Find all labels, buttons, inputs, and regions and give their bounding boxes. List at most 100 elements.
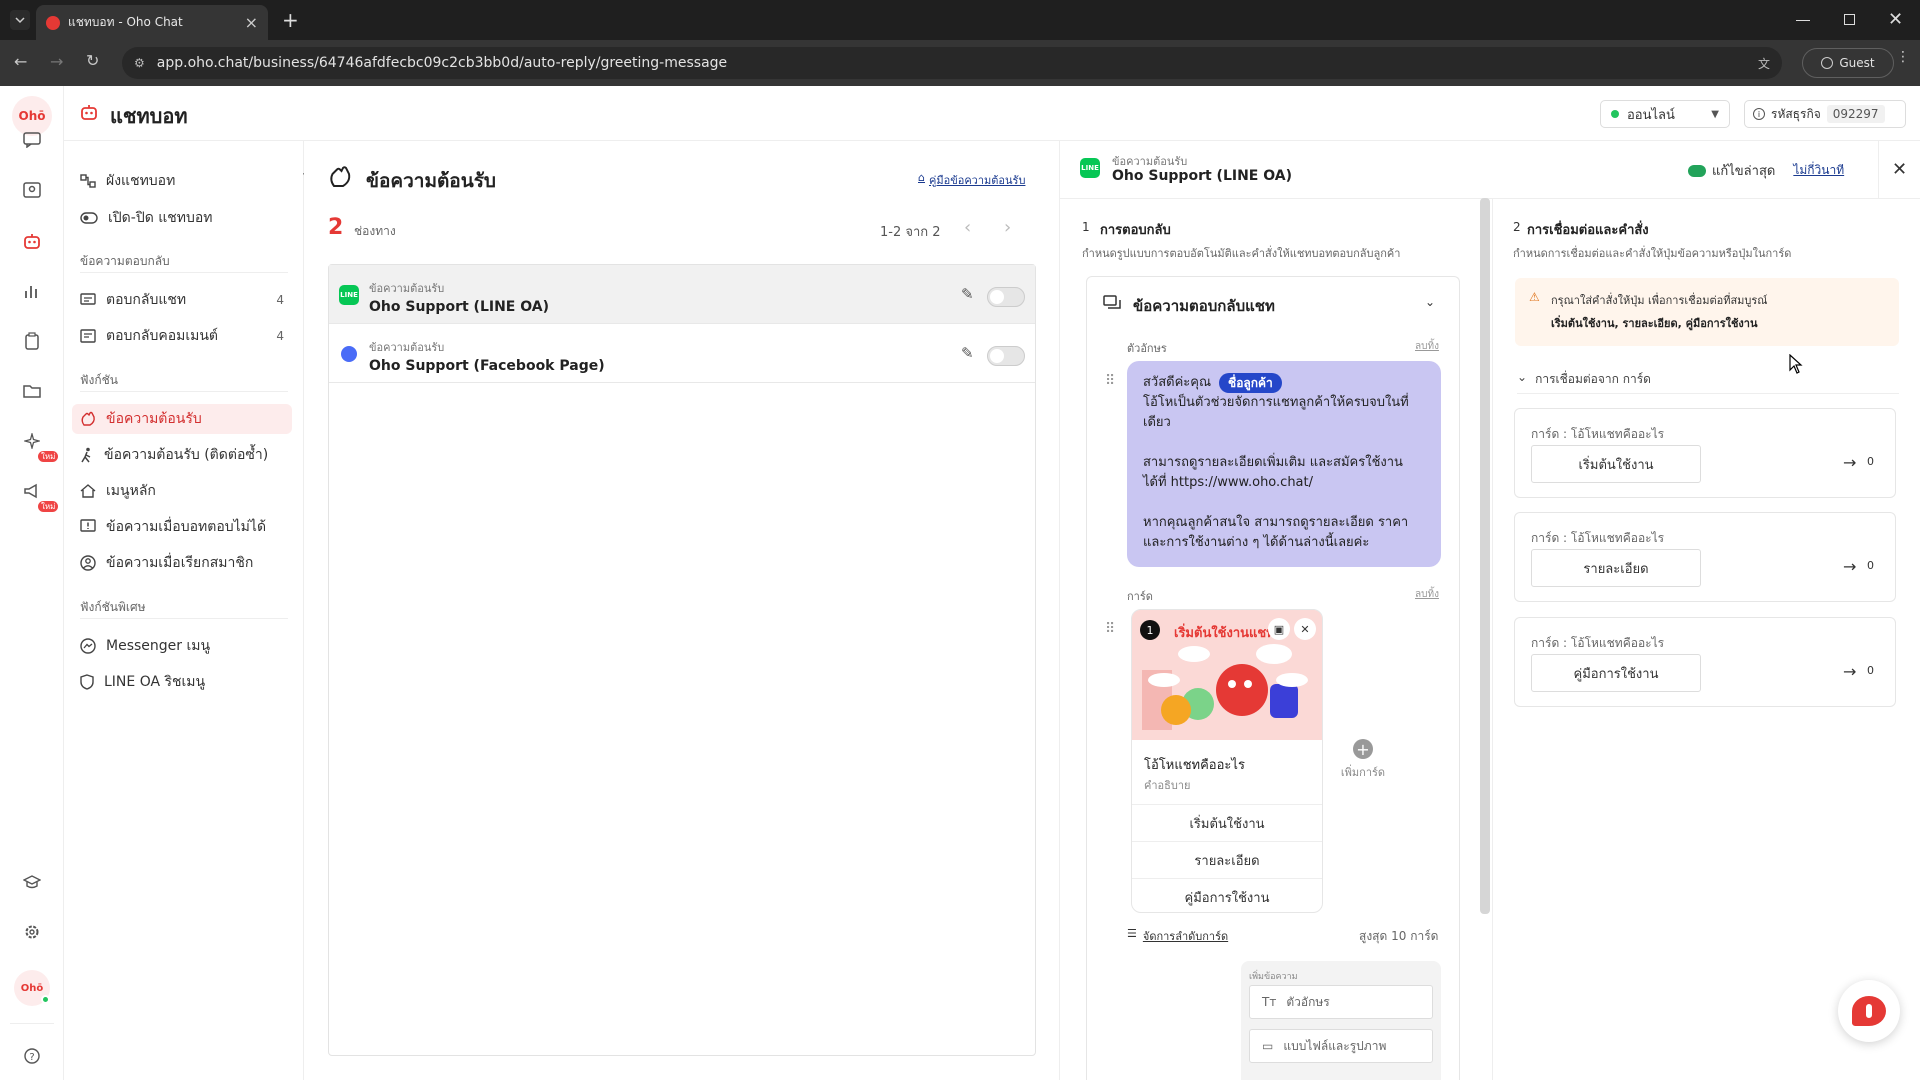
nav-item-label: ข้อความเมื่อบอทตอบไม่ได้: [106, 519, 267, 535]
forward-icon[interactable]: →: [50, 52, 63, 71]
nav-item-label: ตอบกลับคอมเมนต์: [106, 328, 219, 344]
section-desc: กำหนดรูปแบบการตอบอัตโนมัติและคำสั่งให้แช…: [1082, 247, 1401, 260]
pagination-text: 1-2 จาก 2: [880, 225, 941, 240]
chatbot-icon[interactable]: [20, 229, 44, 253]
card-button-manual[interactable]: คู่มือการใช้งาน: [1132, 878, 1322, 912]
add-text-button[interactable]: Tт ตัวอักษร: [1249, 985, 1433, 1019]
online-status-icon: [1611, 110, 1619, 118]
row-sub: ข้อความต้อนรับ: [369, 282, 445, 295]
window-close-icon[interactable]: ✕: [1888, 9, 1903, 30]
help-icon[interactable]: ?: [20, 1044, 44, 1068]
business-id-box[interactable]: i รหัสธุรกิจ 092297: [1744, 100, 1906, 128]
text-message-bubble[interactable]: สวัสดีค่ะคุณ ชื่อลูกค้า โอ้โหเป็นตัวช่วย…: [1127, 361, 1441, 567]
reload-icon[interactable]: ↻: [86, 51, 99, 70]
card-button-start[interactable]: เริ่มต้นใช้งาน: [1132, 804, 1322, 841]
tab-close-icon[interactable]: ×: [245, 13, 258, 32]
business-id-label: รหัสธุรกิจ: [1771, 106, 1821, 121]
arrow-right-icon[interactable]: →: [1843, 453, 1856, 472]
nav-item-label: เปิด-ปิด แชทบอท: [108, 210, 213, 226]
status-select[interactable]: ออนไลน์ ▼: [1600, 100, 1730, 128]
list-item[interactable]: ข้อความต้อนรับ Oho Support (Facebook Pag…: [329, 324, 1035, 383]
nav-item-fallback-message[interactable]: ข้อความเมื่อบอทตอบไม่ได้: [72, 512, 292, 542]
nav-item-messenger-menu[interactable]: Messenger เมนู: [72, 631, 292, 661]
browser-menu-icon[interactable]: ⋮: [1896, 50, 1910, 64]
add-card-button[interactable]: + เพิ่มการ์ด: [1333, 739, 1393, 781]
add-message-panel: เพิ่มข้อความ Tт ตัวอักษร ▭ แบบไฟล์และรูป…: [1241, 961, 1441, 1080]
nav-item-label: ผังแชทบอท: [106, 173, 176, 189]
greeting-toggle[interactable]: [987, 346, 1025, 366]
guest-profile-button[interactable]: Guest: [1802, 48, 1894, 78]
prev-page-icon[interactable]: ‹: [964, 217, 971, 238]
guide-link[interactable]: ⌂ คู่มือข้อความต้อนรับ: [918, 171, 1025, 189]
customer-name-chip[interactable]: ชื่อลูกค้า: [1219, 373, 1282, 393]
list-item[interactable]: LINE ข้อความต้อนรับ Oho Support (LINE OA…: [329, 265, 1035, 324]
link-count: 0: [1867, 559, 1874, 572]
link-button-details[interactable]: รายละเอียด: [1531, 549, 1701, 587]
nav-item-chat-reply[interactable]: ตอบกลับแชท 4: [72, 285, 292, 315]
edit-pencil-icon[interactable]: ✎: [961, 344, 974, 362]
delete-card-link[interactable]: ลบทิ้ง: [1415, 587, 1439, 602]
new-tab-button[interactable]: +: [282, 8, 299, 32]
connect-from-card-toggle[interactable]: ⌄ การเชื่อมต่อจาก การ์ด: [1517, 370, 1651, 389]
folder-icon[interactable]: [20, 379, 44, 403]
collapse-chevron-icon[interactable]: ⌄: [1425, 295, 1435, 309]
contacts-icon[interactable]: [20, 178, 44, 202]
support-chat-button[interactable]: [1838, 980, 1900, 1042]
greeting-toggle[interactable]: [987, 287, 1025, 307]
card[interactable]: 1 เริ่มต้นใช้งานแชท ▣ ✕ โอ้โหแชทคืออะไร …: [1131, 609, 1323, 913]
delete-text-link[interactable]: ลบทิ้ง: [1415, 339, 1439, 354]
nav-item-returning-greeting[interactable]: ข้อความต้อนรับ (ติดต่อซ้ำ): [72, 440, 292, 470]
nav-item-line-rich-menu[interactable]: LINE OA ริชเมนู: [72, 667, 292, 697]
messenger-icon: [80, 638, 96, 654]
chat-icon[interactable]: [20, 128, 44, 152]
manage-cards-link[interactable]: ☰ จัดการลำดับการ์ด: [1127, 927, 1228, 945]
academy-icon[interactable]: [20, 870, 44, 894]
link-button-start[interactable]: เริ่มต้นใช้งาน: [1531, 445, 1701, 483]
divider: [1517, 393, 1899, 394]
guide-link-label: คู่มือข้อความต้อนรับ: [928, 174, 1026, 187]
row-name: Oho Support (Facebook Page): [369, 358, 605, 374]
next-page-icon[interactable]: ›: [1004, 217, 1011, 238]
nav-item-toggle-chatbot[interactable]: เปิด-ปิด แชทบอท: [72, 203, 292, 233]
nav-item-chatbot-flow[interactable]: ผังแชทบอท: [72, 166, 292, 196]
card-banner-title: เริ่มต้นใช้งานแชท: [1174, 626, 1274, 641]
msg-line-2: สามารถดูรายละเอียดเพิ่มเติม และสมัครใช้ง…: [1143, 455, 1403, 490]
back-icon[interactable]: ←: [14, 52, 27, 71]
nav-item-greeting-message[interactable]: ข้อความต้อนรับ: [72, 404, 292, 434]
url-bar[interactable]: ⚙ app.oho.chat/business/64746afdfecbc09c…: [122, 47, 1782, 79]
nav-section-special: ฟังก์ชันพิเศษ: [80, 600, 146, 614]
add-file-button[interactable]: ▭ แบบไฟล์และรูปภาพ: [1249, 1029, 1433, 1063]
settings-gear-icon[interactable]: [20, 920, 44, 944]
browser-tab[interactable]: แชทบอท - Oho Chat ×: [36, 5, 268, 40]
minimize-icon[interactable]: [1796, 20, 1810, 21]
sparkle-icon[interactable]: [20, 429, 44, 453]
page-title: แชทบอท: [110, 104, 188, 128]
comment-reply-icon: [80, 329, 96, 343]
translate-icon[interactable]: 文: [1758, 55, 1770, 72]
card-button-details[interactable]: รายละเอียด: [1132, 841, 1322, 878]
tab-search-icon[interactable]: [10, 10, 30, 30]
replace-image-icon[interactable]: ▣: [1268, 618, 1290, 640]
close-editor-icon[interactable]: ✕: [1878, 141, 1920, 198]
nav-item-main-menu[interactable]: เมนูหลัก: [72, 476, 292, 506]
link-button-manual[interactable]: คู่มือการใช้งาน: [1531, 654, 1701, 692]
remove-card-icon[interactable]: ✕: [1294, 618, 1316, 640]
edit-pencil-icon[interactable]: ✎: [961, 285, 974, 303]
arrow-right-icon[interactable]: →: [1843, 662, 1856, 681]
nav-item-comment-reply[interactable]: ตอบกลับคอมเมนต์ 4: [72, 321, 292, 351]
link-card-label: การ์ด : โอ้โหแชทคืออะไร: [1531, 427, 1665, 441]
add-text-label: ตัวอักษร: [1286, 994, 1330, 1009]
broadcast-icon[interactable]: [20, 479, 44, 503]
drag-handle-icon[interactable]: ⠿: [1105, 373, 1115, 389]
nav-item-call-agent[interactable]: ข้อความเมื่อเรียกสมาชิก: [72, 548, 292, 578]
scrollbar[interactable]: [1480, 198, 1490, 914]
analytics-icon[interactable]: [20, 279, 44, 303]
svg-text:?: ?: [29, 1052, 34, 1063]
arrow-right-icon[interactable]: →: [1843, 557, 1856, 576]
msg-line-3: หากคุณลูกค้าสนใจ สามารถดูรายละเอียด ราคา…: [1143, 515, 1409, 550]
site-info-icon[interactable]: ⚙: [134, 56, 145, 70]
restore-icon[interactable]: [1844, 14, 1855, 25]
chat-reply-block: ข้อความตอบกลับแชท ⌄ ตัวอักษร ลบทิ้ง ⠿ สว…: [1086, 276, 1460, 1080]
drag-handle-icon[interactable]: ⠿: [1105, 621, 1115, 637]
clipboard-icon[interactable]: [20, 329, 44, 353]
